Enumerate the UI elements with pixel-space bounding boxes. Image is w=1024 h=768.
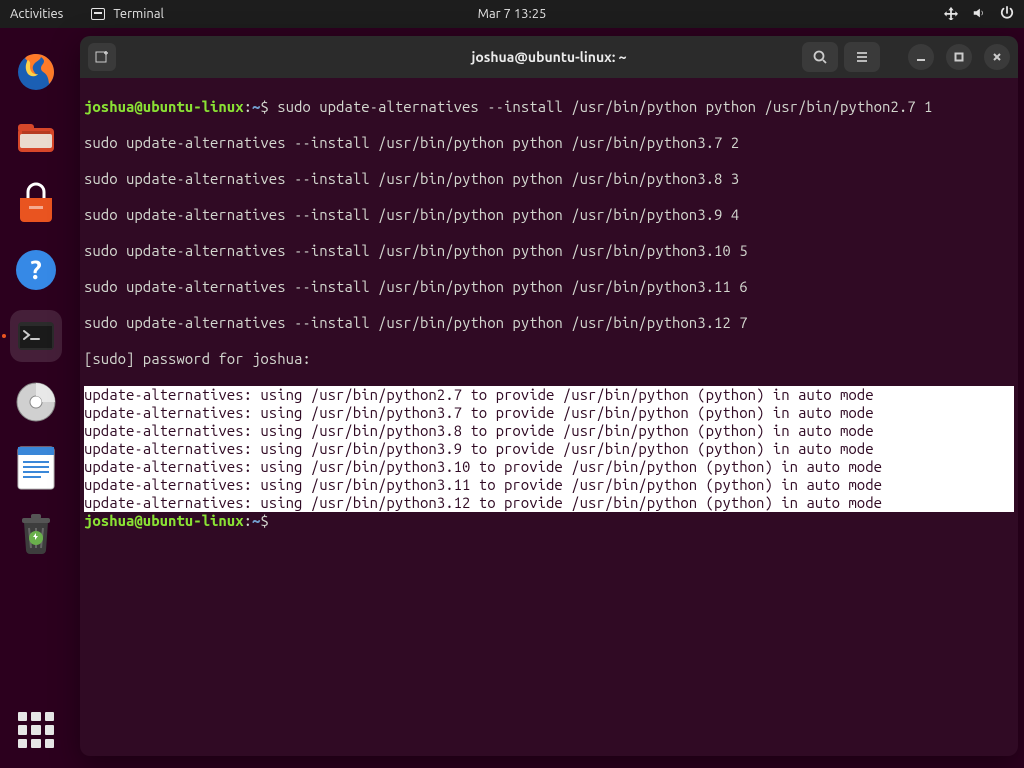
svg-text:?: ?	[30, 255, 41, 284]
output-line-7: update-alternatives: using /usr/bin/pyth…	[84, 494, 1014, 512]
dock-trash[interactable]	[10, 508, 62, 560]
command-line-3: sudo update-alternatives --install /usr/…	[84, 170, 1014, 188]
activities-button[interactable]: Activities	[10, 7, 63, 21]
dock-firefox[interactable]	[10, 46, 62, 98]
dock-help[interactable]: ?	[10, 244, 62, 296]
terminal-app-icon	[91, 8, 105, 20]
terminal-window: joshua@ubuntu-linux: ~ joshua@ubuntu-lin…	[80, 36, 1018, 756]
output-line-5: update-alternatives: using /usr/bin/pyth…	[84, 458, 1014, 476]
command-line-7: sudo update-alternatives --install /usr/…	[84, 314, 1014, 332]
prompt-symbol: $	[260, 98, 268, 115]
output-line-2: update-alternatives: using /usr/bin/pyth…	[84, 404, 1014, 422]
power-icon[interactable]	[1000, 6, 1014, 23]
network-icon[interactable]	[944, 6, 958, 23]
command-line-6: sudo update-alternatives --install /usr/…	[84, 278, 1014, 296]
prompt-user: joshua@ubuntu-linux	[84, 512, 244, 529]
output-line-6: update-alternatives: using /usr/bin/pyth…	[84, 476, 1014, 494]
hamburger-menu-button[interactable]	[844, 42, 880, 72]
show-applications-button[interactable]	[18, 712, 54, 748]
running-indicator-icon	[2, 334, 6, 338]
prompt-symbol: $	[260, 512, 268, 529]
command-line-4: sudo update-alternatives --install /usr/…	[84, 206, 1014, 224]
command-line-2: sudo update-alternatives --install /usr/…	[84, 134, 1014, 152]
dock-disks[interactable]	[10, 376, 62, 428]
top-bar: Activities Terminal Mar 7 13:25	[0, 0, 1024, 28]
clock[interactable]: Mar 7 13:25	[478, 7, 547, 21]
title-bar: joshua@ubuntu-linux: ~	[80, 36, 1018, 78]
dock-files[interactable]	[10, 112, 62, 164]
new-tab-button[interactable]	[88, 43, 116, 71]
command-line-5: sudo update-alternatives --install /usr/…	[84, 242, 1014, 260]
maximize-button[interactable]	[946, 44, 972, 70]
dock-terminal[interactable]	[10, 310, 62, 362]
search-button[interactable]	[802, 42, 838, 72]
cursor	[269, 512, 277, 529]
terminal-content[interactable]: joshua@ubuntu-linux:~$ sudo update-alter…	[80, 78, 1018, 756]
output-line-3: update-alternatives: using /usr/bin/pyth…	[84, 422, 1014, 440]
output-line-4: update-alternatives: using /usr/bin/pyth…	[84, 440, 1014, 458]
dock-software[interactable]	[10, 178, 62, 230]
window-title: joshua@ubuntu-linux: ~	[471, 49, 626, 65]
close-button[interactable]	[984, 44, 1010, 70]
prompt-user: joshua@ubuntu-linux	[84, 98, 244, 115]
volume-icon[interactable]	[972, 6, 986, 23]
output-line-1: update-alternatives: using /usr/bin/pyth…	[84, 386, 1014, 404]
sudo-password-prompt: [sudo] password for joshua:	[84, 350, 1014, 368]
minimize-button[interactable]	[908, 44, 934, 70]
app-menu[interactable]: Terminal	[91, 7, 164, 21]
dock: ?	[0, 28, 72, 768]
dock-text-editor[interactable]	[10, 442, 62, 494]
app-name-label: Terminal	[113, 7, 164, 21]
command-line-1: sudo update-alternatives --install /usr/…	[269, 98, 933, 115]
